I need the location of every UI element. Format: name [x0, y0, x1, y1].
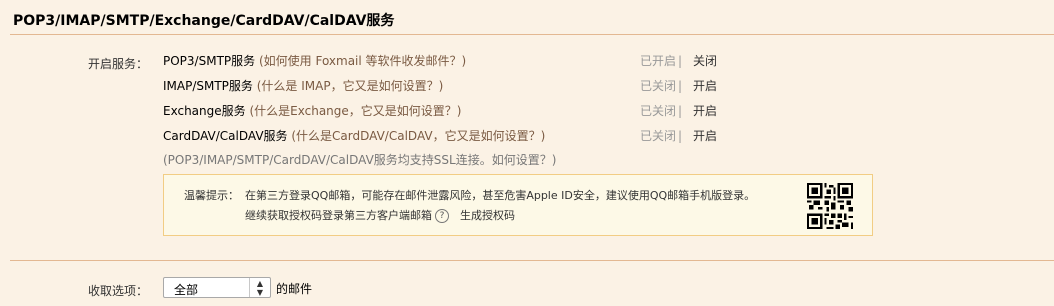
ssl-note-suffix: ): [551, 153, 557, 167]
service-row-carddav: CardDAV/CalDAV服务 (什么是CardDAV/CalDAV，它又是如…: [0, 127, 1054, 145]
service-help-link[interactable]: (什么是CardDAV/CalDAV，它又是如何设置？): [291, 129, 545, 143]
settings-page: POP3/IMAP/SMTP/Exchange/CardDAV/CalDAV服务…: [0, 0, 1054, 306]
service-help-link[interactable]: (如何使用 Foxmail 等软件收发邮件？): [259, 54, 466, 68]
service-text: CardDAV/CalDAV服务 (什么是CardDAV/CalDAV，它又是如…: [163, 127, 545, 144]
service-status: 已关闭 |: [640, 77, 687, 94]
service-row-pop3: POP3/SMTP服务 (如何使用 Foxmail 等软件收发邮件？) 已开启 |…: [0, 52, 1054, 70]
help-icon[interactable]: ?: [435, 209, 449, 223]
tip-warning-text: 在第三方登录QQ邮箱，可能存在邮件泄露风险，甚至危害Apple ID安全，建议使…: [245, 189, 756, 202]
ssl-settings-link[interactable]: 如何设置？: [492, 153, 552, 167]
service-name: Exchange服务: [163, 104, 246, 118]
service-text: IMAP/SMTP服务 (什么是 IMAP，它又是如何设置？): [163, 77, 443, 94]
service-status: 已关闭 |: [640, 102, 687, 119]
tip-auth-text: 继续获取授权码登录第三方客户端邮箱: [245, 209, 432, 222]
service-name: POP3/SMTP服务: [163, 54, 256, 68]
status-separator: |: [678, 104, 683, 118]
generate-auth-code-link[interactable]: 生成授权码: [460, 209, 515, 222]
service-status: 已开启 |: [640, 52, 687, 69]
status-text: 已关闭: [640, 129, 677, 143]
service-toggle-button[interactable]: 关闭: [693, 52, 717, 69]
ssl-note-text: (POP3/IMAP/SMTP/CardDAV/CalDAV服务均支持SSL连接…: [163, 153, 492, 167]
tip-auth-line: 继续获取授权码登录第三方客户端邮箱? 生成授权码: [245, 207, 515, 223]
service-row-imap: IMAP/SMTP服务 (什么是 IMAP，它又是如何设置？) 已关闭 | 开启: [0, 77, 1054, 95]
service-text: Exchange服务 (什么是Exchange，它又是如何设置？): [163, 102, 461, 119]
chevron-updown-icon: ▲ ▼: [249, 278, 270, 297]
tip-label: 温馨提示：: [184, 189, 239, 202]
ssl-note: (POP3/IMAP/SMTP/CardDAV/CalDAV服务均支持SSL连接…: [163, 151, 556, 168]
service-name: CardDAV/CalDAV服务: [163, 129, 288, 143]
service-row-exchange: Exchange服务 (什么是Exchange，它又是如何设置？) 已关闭 | 开…: [0, 102, 1054, 120]
service-name: IMAP/SMTP服务: [163, 79, 253, 93]
select-value: 全部: [174, 283, 199, 297]
qr-code-icon: [807, 183, 853, 229]
status-text: 已关闭: [640, 104, 677, 118]
status-text: 已开启: [640, 54, 677, 68]
section-title: POP3/IMAP/SMTP/Exchange/CardDAV/CalDAV服务: [13, 13, 395, 29]
status-separator: |: [678, 129, 683, 143]
section-divider: [10, 260, 1054, 261]
status-text: 已关闭: [640, 79, 677, 93]
service-toggle-button[interactable]: 开启: [693, 102, 717, 119]
service-help-link[interactable]: (什么是 IMAP，它又是如何设置？): [257, 79, 444, 93]
status-separator: |: [678, 79, 683, 93]
receive-options-select[interactable]: 全部 ▲ ▼: [163, 277, 271, 298]
service-help-link[interactable]: (什么是Exchange，它又是如何设置？): [249, 104, 461, 118]
service-toggle-button[interactable]: 开启: [693, 77, 717, 94]
tip-box: 温馨提示： 在第三方登录QQ邮箱，可能存在邮件泄露风险，甚至危害Apple ID…: [163, 174, 873, 236]
receive-options-suffix: 的邮件: [276, 282, 313, 296]
status-separator: |: [678, 54, 683, 68]
service-toggle-button[interactable]: 开启: [693, 127, 717, 144]
service-status: 已关闭 |: [640, 127, 687, 144]
section-header: POP3/IMAP/SMTP/Exchange/CardDAV/CalDAV服务: [10, 0, 1054, 35]
receive-options-label: 收取选项：: [88, 284, 149, 298]
service-text: POP3/SMTP服务 (如何使用 Foxmail 等软件收发邮件？): [163, 52, 466, 69]
